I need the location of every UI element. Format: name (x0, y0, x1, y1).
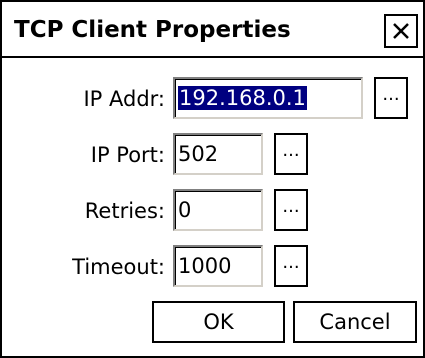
ok-button[interactable]: OK (152, 301, 285, 343)
retries-label: Retries: (84, 199, 165, 223)
dialog-title: TCP Client Properties (14, 17, 291, 43)
timeout-value: 1000 (178, 254, 232, 278)
retries-value: 0 (178, 198, 192, 222)
cancel-button[interactable]: Cancel (293, 301, 417, 343)
ip-addr-label: IP Addr: (83, 87, 165, 111)
close-icon (393, 23, 409, 39)
timeout-field[interactable]: 1000 (173, 245, 263, 287)
ip-addr-field[interactable]: 192.168.0.1 (173, 77, 363, 119)
ip-addr-browse-button[interactable]: ... (374, 77, 408, 119)
timeout-browse-button[interactable]: ... (274, 245, 308, 287)
title-bar: TCP Client Properties (2, 2, 423, 58)
timeout-label: Timeout: (72, 255, 165, 279)
ip-port-browse-button[interactable]: ... (274, 133, 308, 175)
ip-port-field[interactable]: 502 (173, 133, 263, 175)
close-button[interactable] (384, 14, 418, 48)
retries-field[interactable]: 0 (173, 189, 263, 231)
ip-addr-value: 192.168.0.1 (178, 86, 307, 110)
ip-port-label: IP Port: (90, 143, 165, 167)
ip-port-value: 502 (178, 142, 219, 166)
tcp-client-properties-dialog: TCP Client Properties IP Addr: 192.168.0… (0, 0, 425, 358)
retries-browse-button[interactable]: ... (274, 189, 308, 231)
